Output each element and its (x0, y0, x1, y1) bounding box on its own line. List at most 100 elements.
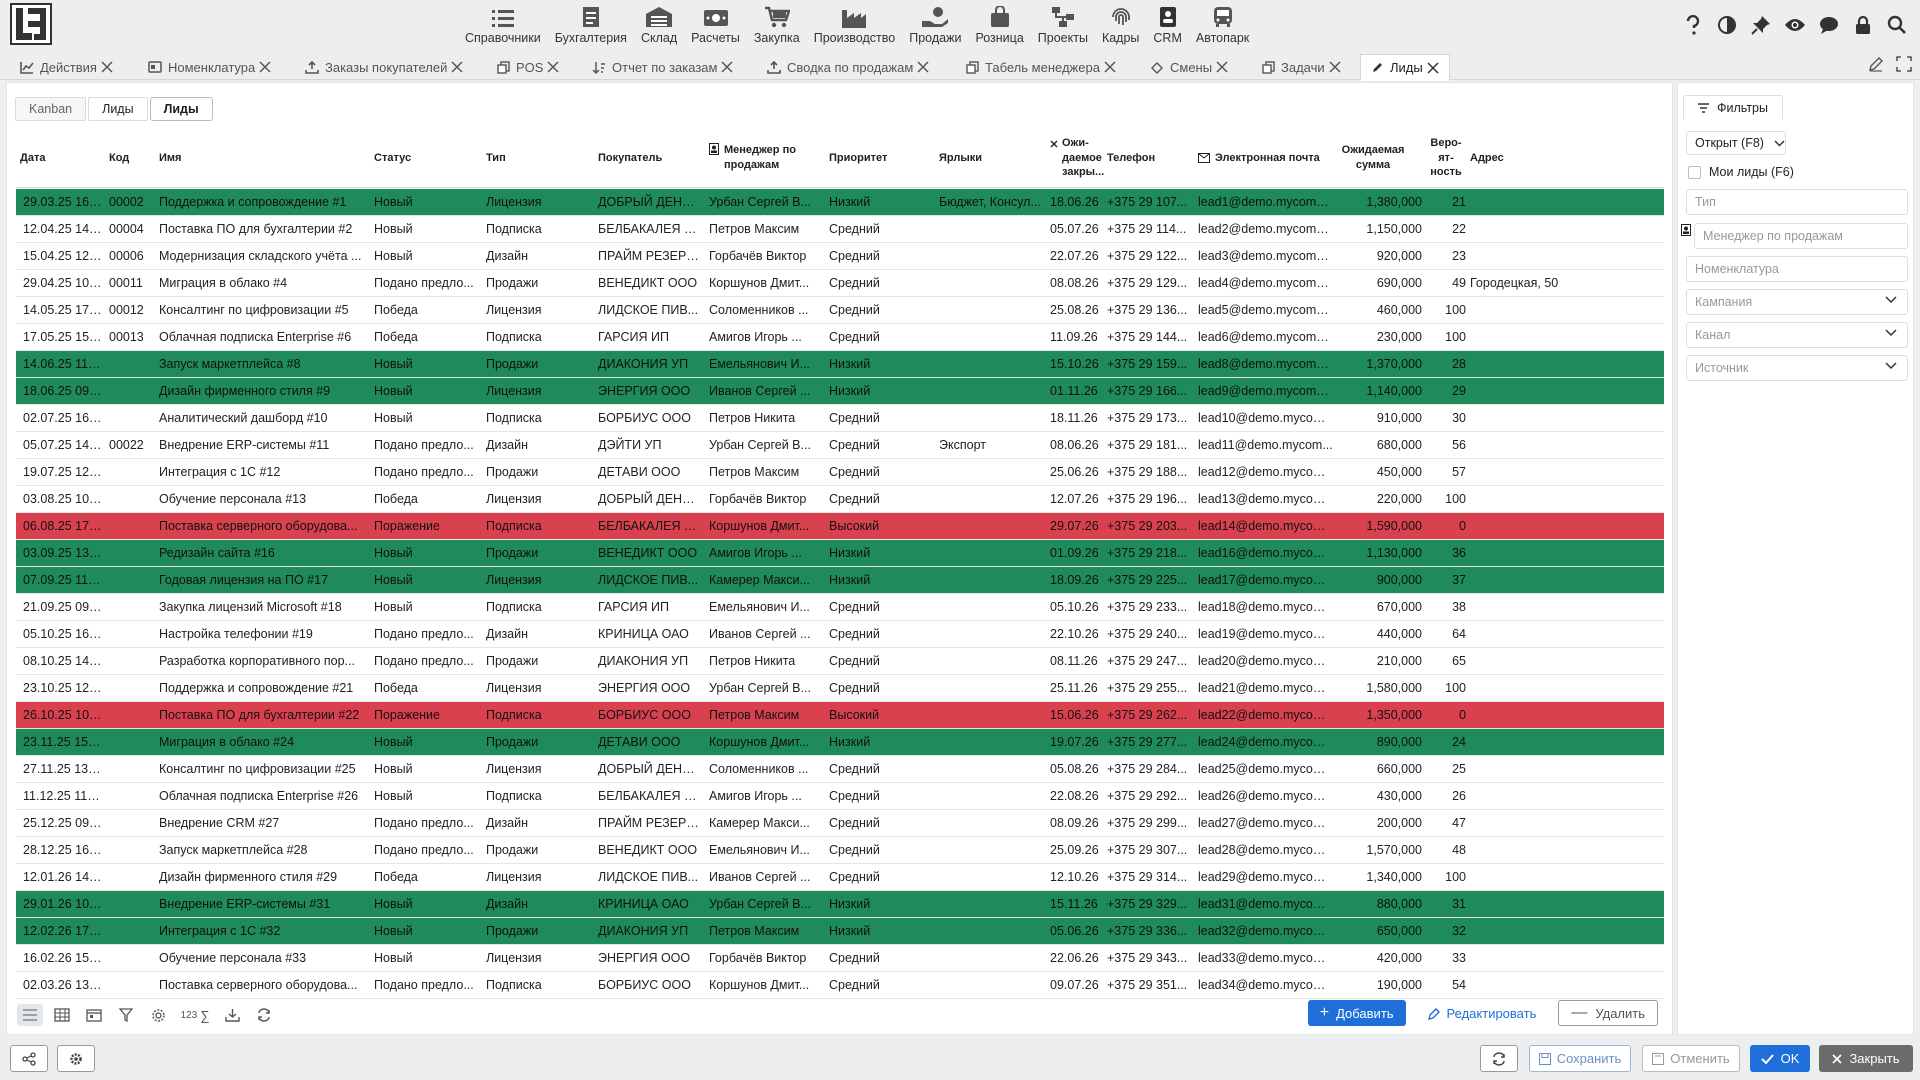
close-icon[interactable] (1427, 61, 1439, 74)
tab-orders-report[interactable]: Отчет по заказам (592, 54, 733, 80)
fullscreen-icon[interactable] (1896, 56, 1912, 72)
col-code[interactable]: Код (109, 128, 154, 188)
module-payments[interactable]: Расчеты (684, 0, 747, 50)
module-references[interactable]: Справочники (458, 0, 548, 50)
edit-button[interactable]: Редактировать (1416, 1000, 1549, 1026)
tab-sales-summary[interactable]: Сводка по продажам (767, 54, 929, 80)
module-accounting[interactable]: Бухгалтерия (548, 0, 634, 50)
close-icon[interactable] (259, 61, 271, 73)
campaign-filter-select[interactable]: Кампания (1686, 289, 1908, 315)
close-button[interactable]: Закрыть (1819, 1045, 1913, 1072)
col-date[interactable]: Дата (20, 128, 100, 188)
col-phone[interactable]: Телефон (1107, 128, 1177, 188)
table-row[interactable]: 16.02.26 15:21 Обучение персонала #33 Новы… (16, 945, 1664, 972)
table-row[interactable]: 26.10.25 10:14 Поставка ПО для бухгалтери… (16, 702, 1664, 729)
col-priority[interactable]: Приоритет (829, 128, 909, 188)
download-icon[interactable] (219, 1004, 245, 1026)
table-row[interactable]: 14.06.25 11:16 Запуск маркетплейса #8 Новы… (16, 351, 1664, 378)
save-button[interactable]: Сохранить (1529, 1045, 1631, 1072)
tab-leads[interactable]: Лиды (1360, 54, 1450, 81)
col-buyer[interactable]: Покупатель (598, 128, 698, 188)
refresh-icon[interactable] (251, 1004, 277, 1026)
table-row[interactable]: 05.07.25 14:07 00022 Внедрение ERP-системы… (16, 432, 1664, 459)
reload-button[interactable] (1480, 1045, 1518, 1072)
col-email[interactable]: Электронная почта (1198, 128, 1328, 188)
tab-manager-timesheet[interactable]: Табель менеджера (966, 54, 1116, 80)
help-icon[interactable] (1676, 12, 1710, 38)
table-row[interactable]: 14.05.25 17:25 00012 Консалтинг по цифрови… (16, 297, 1664, 324)
edit-icon[interactable] (1868, 56, 1884, 72)
table-row[interactable]: 02.07.25 16:59 Аналитический дашборд #10 Н… (16, 405, 1664, 432)
tab-actions[interactable]: Действия (20, 54, 113, 80)
settings-button[interactable] (57, 1045, 95, 1072)
table-row[interactable]: 23.11.25 15:48 Миграция в облако #24 Новый… (16, 729, 1664, 756)
table-row[interactable]: 11.12.25 11:22 Облачная подписка Enterpri… (16, 783, 1664, 810)
col-name[interactable]: Имя (159, 128, 359, 188)
table-row[interactable]: 18.06.25 09:33 Дизайн фирменного стиля #9… (16, 378, 1664, 405)
my-leads-checkbox[interactable]: Мои лиды (F6) (1688, 165, 1794, 179)
table-row[interactable]: 12.04.25 14:34 00004 Поставка ПО для бухга… (16, 216, 1664, 243)
table-row[interactable]: 29.04.25 10:08 00011 Миграция в облако #4 П… (16, 270, 1664, 297)
table-row[interactable]: 06.08.25 17:58 Поставка серверного оборуд… (16, 513, 1664, 540)
table-row[interactable]: 08.10.25 14:40 Разработка корпоративного … (16, 648, 1664, 675)
search-icon[interactable] (1880, 12, 1914, 38)
module-warehouse[interactable]: Склад (634, 0, 684, 50)
subtab-kanban[interactable]: Kanban (15, 97, 87, 121)
table-row[interactable]: 27.11.25 13:05 Консалтинг по цифровизации… (16, 756, 1664, 783)
module-crm[interactable]: CRM (1146, 0, 1188, 50)
ok-button[interactable]: OK (1750, 1045, 1810, 1072)
close-icon[interactable] (1329, 61, 1341, 73)
module-retail[interactable]: Розница (968, 0, 1030, 50)
col-type[interactable]: Тип (486, 128, 586, 188)
table-row[interactable]: 05.10.25 16:23 Настройка телефонии #19 Под… (16, 621, 1664, 648)
status-filter-select[interactable]: Открыт (F8) (1686, 131, 1786, 155)
table-row[interactable]: 02.03.26 13:38 Поставка серверного оборуд… (16, 972, 1664, 999)
module-hr[interactable]: Кадры (1095, 0, 1146, 50)
settings-icon[interactable] (145, 1004, 171, 1026)
module-production[interactable]: Производство (807, 0, 903, 50)
table-row[interactable]: 28.12.25 16:56 Запуск маркетплейса #28 Под… (16, 837, 1664, 864)
module-fleet[interactable]: Автопарк (1189, 0, 1256, 50)
table-row[interactable]: 21.09.25 09:06 Закупка лицензий Microsoft… (16, 594, 1664, 621)
table-row[interactable]: 17.05.25 15:42 00013 Облачная подписка Ent… (16, 324, 1664, 351)
tab-nomenclature[interactable]: Номенклатура (148, 54, 271, 80)
subtab-leads-list[interactable]: Лиды (88, 97, 148, 121)
grid-view-icon[interactable] (49, 1004, 75, 1026)
close-icon[interactable] (451, 61, 463, 73)
cancel-button[interactable]: Отменить (1642, 1045, 1740, 1072)
col-labels[interactable]: Ярлыки (939, 128, 1019, 188)
tab-customer-orders[interactable]: Заказы покупателей (305, 54, 463, 80)
add-button[interactable]: + Добавить (1307, 1000, 1406, 1026)
subtab-leads[interactable]: Лиды (149, 97, 213, 121)
close-icon[interactable] (721, 61, 733, 73)
share-button[interactable] (10, 1045, 48, 1072)
tab-pos[interactable]: POS (497, 54, 559, 80)
table-row[interactable]: 12.01.26 14:13 Дизайн фирменного стиля #2… (16, 864, 1664, 891)
table-row[interactable]: 29.03.25 16:17 00002 Поддержка и сопровожд… (16, 189, 1664, 216)
col-manager[interactable]: Менеджер по продажам (709, 128, 819, 188)
module-purchase[interactable]: Закупка (747, 0, 807, 50)
lock-icon[interactable] (1846, 12, 1880, 38)
close-icon[interactable] (101, 61, 113, 73)
channel-filter-select[interactable]: Канал (1686, 322, 1908, 348)
table-row[interactable]: 29.01.26 10:47 Внедрение ERP-системы #31 Н… (16, 891, 1664, 918)
app-logo[interactable] (10, 3, 52, 45)
close-icon[interactable] (1216, 61, 1228, 73)
table-row[interactable]: 25.12.25 09:39 Внедрение CRM #27 Подано пр… (16, 810, 1664, 837)
checkbox[interactable] (1688, 165, 1701, 179)
module-projects[interactable]: Проекты (1031, 0, 1095, 50)
table-row[interactable]: 03.09.25 13:32 Редизайн сайта #16 Новый Про… (16, 540, 1664, 567)
table-row[interactable]: 19.07.25 12:24 Интеграция с 1С #12 Подано … (16, 459, 1664, 486)
col-probability[interactable]: Веро-ят-ность (1426, 128, 1466, 188)
col-status[interactable]: Статус (374, 128, 474, 188)
eye-icon[interactable] (1778, 12, 1812, 38)
table-row[interactable]: 07.09.25 11:49 Годовая лицензия на ПО #17… (16, 567, 1664, 594)
table-row[interactable]: 12.02.26 17:04 Интеграция с 1С #32 Новый Пр… (16, 918, 1664, 945)
table-row[interactable]: 15.04.25 12:51 00006 Модернизация складско… (16, 243, 1664, 270)
list-view-icon[interactable] (17, 1004, 43, 1026)
close-icon[interactable] (917, 61, 929, 73)
close-icon[interactable] (547, 61, 559, 73)
col-expected-sum[interactable]: Ожидаемая сумма (1338, 128, 1408, 188)
tab-shifts[interactable]: Смены (1150, 54, 1228, 80)
pin-icon[interactable] (1744, 12, 1778, 38)
